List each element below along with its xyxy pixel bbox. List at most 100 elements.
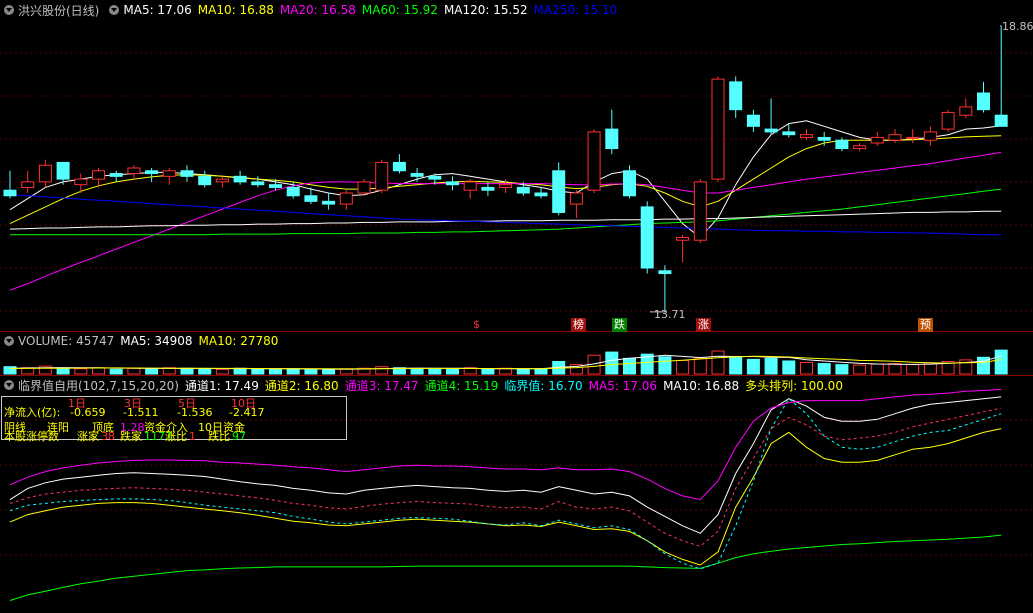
volume-bar-5 [92, 367, 105, 375]
volume-ma5-line [9, 354, 1002, 370]
rise-count-value: 38 [101, 430, 115, 443]
candle-body-19 [339, 192, 353, 205]
candle-body-43 [764, 128, 778, 133]
volume-bar-18 [322, 369, 336, 375]
event-marker-dollar[interactable]: $ [471, 318, 482, 332]
candle-body-21 [375, 161, 389, 191]
candle-body-55 [977, 92, 990, 111]
volume-bar-34 [605, 351, 619, 375]
limit-up-count-label: 本股涨停数 [4, 430, 59, 443]
fall-ratio-label: 跌比 [208, 430, 230, 443]
fall-ratio-value: 97 [232, 430, 246, 443]
candle-body-30 [534, 192, 548, 197]
candle-body-48 [853, 145, 867, 150]
candle-body-11 [198, 175, 212, 186]
candle-body-38 [676, 236, 690, 241]
candle-body-52 [923, 131, 937, 141]
candle-body-44 [782, 131, 796, 136]
volume-ma5: MA5: 34908 [120, 334, 193, 348]
candle-body-10 [180, 170, 194, 177]
rise-ratio-value: 1 [189, 430, 196, 443]
volume-bar-23 [410, 368, 424, 375]
candle-body-8 [145, 170, 159, 175]
high-price-marker: 18.86 [1002, 20, 1033, 33]
volume-bar-24 [428, 368, 442, 375]
fall-count-label: 跌家 [120, 430, 142, 443]
candle-body-20 [357, 181, 371, 194]
candle-body-26 [463, 181, 477, 191]
candle-body-3 [56, 161, 70, 180]
candle-body-29 [516, 186, 530, 194]
indicator-value-6: MA10: 16.88 [663, 378, 740, 393]
candle-body-54 [959, 106, 973, 116]
event-marker-zhang[interactable]: 涨 [696, 318, 711, 332]
candle-body-42 [746, 114, 760, 127]
candle-body-36 [640, 206, 654, 269]
indicator-line-channel4 [9, 534, 1002, 601]
event-marker-die[interactable]: 跌 [612, 318, 627, 332]
candle-body-15 [269, 184, 282, 188]
candle-body-41 [729, 81, 743, 111]
indicator-value-7: 多头排列: 100.00 [745, 378, 843, 393]
volume-bar-42 [746, 358, 760, 375]
volume-bar-35 [623, 357, 636, 375]
low-price-marker: 13.71 [654, 308, 686, 321]
indicator-value-5: MA5: 17.06 [588, 378, 658, 393]
volume-bar-46 [817, 363, 831, 375]
candle-body-23 [410, 173, 424, 177]
volume-bar-7 [127, 367, 141, 375]
candle-body-49 [870, 136, 884, 144]
indicator-value-4: 临界值: 16.70 [504, 378, 583, 393]
candle-body-33 [587, 131, 601, 191]
indicator-values-list: 通道1: 17.49 通道2: 16.80 通道3: 17.47 通道4: 15.19… [185, 377, 849, 394]
candle-body-53 [941, 111, 955, 130]
candle-body-45 [800, 134, 813, 138]
net-inflow-3d: -1.511 [123, 406, 159, 419]
candle-body-46 [817, 136, 831, 141]
volume-bar-27 [481, 368, 495, 375]
volume-bar-25 [446, 368, 459, 375]
indicator-value-0: 通道1: 17.49 [184, 378, 259, 393]
candle-body-13 [233, 175, 247, 183]
volume-bar-15 [269, 368, 282, 375]
volume-ma10: MA10: 27780 [198, 334, 279, 348]
net-inflow-10d: -2.417 [229, 406, 265, 419]
candle-body-40 [711, 78, 725, 180]
volume-bar-10 [180, 367, 194, 375]
candle-body-17 [304, 195, 318, 202]
volume-bar-44 [782, 360, 796, 375]
volume-title: VOLUME: 45747 [18, 334, 115, 348]
collapse-volume-icon[interactable] [4, 336, 14, 346]
volume-bar-50 [888, 363, 902, 375]
volume-bar-30 [534, 368, 548, 375]
candle-body-1 [21, 181, 35, 188]
net-inflow-5d: -1.536 [177, 406, 213, 419]
volume-bar-29 [516, 368, 530, 375]
volume-bar-41 [729, 356, 743, 375]
candle-body-34 [605, 128, 619, 150]
volume-bar-12 [215, 368, 229, 375]
candle-body-51 [906, 136, 920, 139]
collapse-indicator-icon[interactable] [4, 380, 14, 390]
indicator-line-channel2 [9, 428, 1002, 566]
ma-line-ma120 [9, 210, 1002, 230]
volume-bar-6 [109, 368, 123, 375]
volume-bar-4 [74, 368, 88, 375]
candle-body-32 [569, 192, 583, 205]
net-inflow-1d: -0.659 [70, 406, 106, 419]
event-marker-yu[interactable]: 预 [918, 318, 933, 332]
candle-body-28 [499, 184, 513, 188]
volume-bar-52 [923, 362, 937, 375]
candle-body-18 [322, 200, 336, 205]
event-marker-bang[interactable]: 榜 [571, 318, 586, 332]
volume-bar-48 [853, 364, 867, 375]
volume-bar-16 [286, 368, 300, 375]
indicator-panel-header: 临界值自用(102,7,15,20,20) 通道1: 17.49 通道2: 16.… [0, 377, 849, 393]
candle-body-6 [109, 173, 123, 177]
candle-body-4 [74, 178, 88, 186]
volume-bar-21 [375, 366, 389, 375]
candle-body-0 [3, 189, 17, 197]
volume-bar-14 [251, 368, 265, 375]
volume-bar-39 [693, 357, 707, 375]
rise-ratio-label: 涨比 [165, 430, 187, 443]
